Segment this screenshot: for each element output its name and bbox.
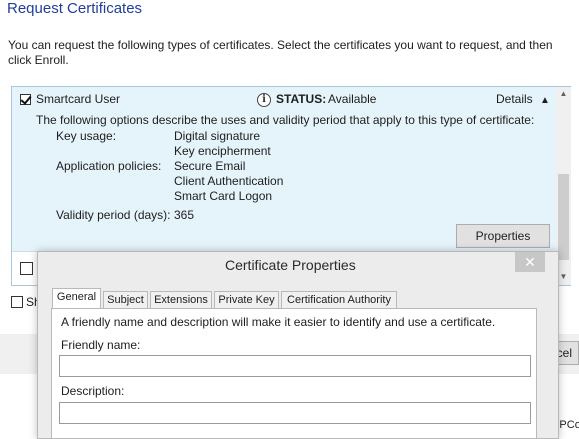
key-usage-value: Key encipherment — [174, 144, 271, 158]
show-all-checkbox[interactable] — [11, 296, 23, 308]
description-label: Description: — [61, 384, 125, 398]
close-icon[interactable]: ✕ — [515, 252, 545, 272]
details-toggle[interactable]: Details ▲ — [496, 92, 550, 106]
info-icon: i — [257, 93, 271, 107]
key-usage-value: Digital signature — [174, 129, 261, 143]
smartcard-user-checkbox[interactable] — [20, 94, 31, 105]
friendly-name-field[interactable] — [59, 355, 531, 377]
key-usage-values: Digital signature Key encipherment — [174, 129, 271, 159]
tab-subject[interactable]: Subject — [103, 291, 148, 309]
status-label: STATUS: — [276, 92, 327, 106]
certificate-item-2-checkbox[interactable] — [20, 262, 33, 275]
dialog-title: Certificate Properties — [225, 257, 356, 273]
tab-certification-authority[interactable]: Certification Authority — [281, 291, 397, 309]
scrollbar-thumb[interactable] — [558, 174, 569, 260]
app-policy-value: Smart Card Logon — [174, 189, 273, 203]
chevron-up-icon: ▲ — [540, 95, 550, 106]
app-policy-value: Client Authentication — [174, 174, 284, 188]
tab-extensions[interactable]: Extensions — [150, 291, 212, 309]
app-policies-label: Application policies: — [56, 159, 162, 173]
scroll-up-arrow-icon[interactable]: ▲ — [556, 89, 571, 98]
validity-value: 365 — [174, 208, 195, 222]
status-value: Available — [328, 92, 377, 106]
tab-private-key[interactable]: Private Key — [214, 291, 279, 309]
page-title: Request Certificates — [7, 0, 143, 17]
tab-general[interactable]: General — [52, 288, 101, 309]
properties-button[interactable]: Properties — [456, 224, 550, 248]
validity-label: Validity period (days): — [56, 208, 171, 222]
friendly-name-label: Friendly name: — [61, 338, 141, 352]
certificate-name: Smartcard User — [36, 92, 121, 106]
app-policy-value: Secure Email — [174, 159, 246, 173]
certificate-description: The following options describe the uses … — [36, 113, 535, 127]
app-policies-values: Secure Email Client Authentication Smart… — [174, 159, 283, 204]
intro-text: You can request the following types of c… — [8, 38, 553, 67]
details-label: Details — [496, 92, 533, 106]
description-field[interactable] — [59, 402, 531, 424]
general-info-text: A friendly name and description will mak… — [61, 315, 496, 329]
key-usage-label: Key usage: — [56, 129, 117, 143]
